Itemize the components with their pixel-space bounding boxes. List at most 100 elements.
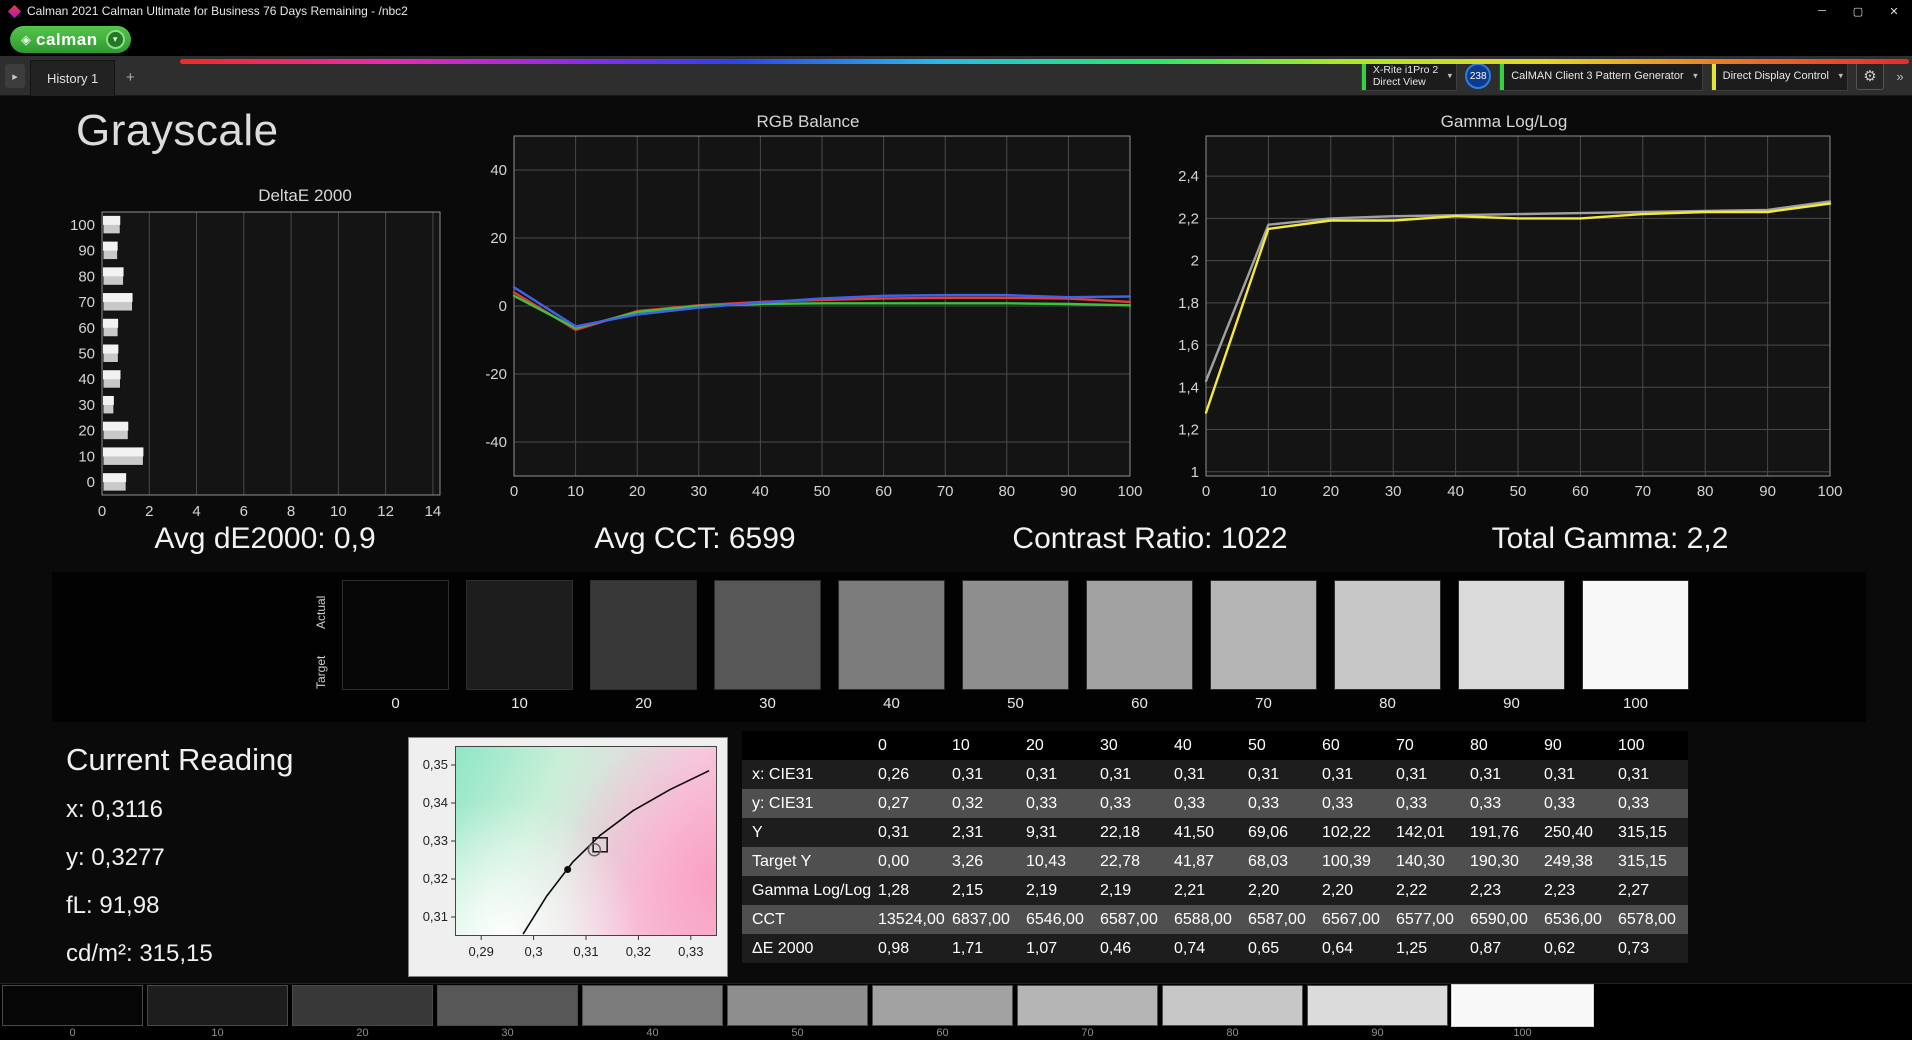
pattern-swatch-label: 50	[791, 1027, 804, 1039]
table-cell: 0,33	[1544, 794, 1576, 812]
swatch-label: 50	[1007, 695, 1024, 712]
table-cell: 6590,00	[1470, 910, 1528, 928]
table-cell: 2,27	[1618, 881, 1650, 899]
settings-button[interactable]: ⚙	[1856, 62, 1884, 90]
swatch-label: 0	[391, 695, 400, 712]
svg-text:0: 0	[98, 503, 106, 520]
tab-history-1[interactable]: History 1	[30, 60, 116, 96]
meter-status-badge[interactable]: 238	[1465, 63, 1492, 89]
table-col-header: 70	[1396, 736, 1414, 754]
table-row: y: CIE31 0,27 0,32 0,33 0,33 0,33 0,33 0,33 0,33…	[742, 789, 1688, 818]
grayscale-swatch-40: 40	[838, 580, 945, 712]
grayscale-swatch-0: 0	[342, 580, 449, 712]
svg-text:60: 60	[875, 483, 892, 500]
table-row-label: x: CIE31	[752, 765, 814, 783]
table-cell: 0,73	[1618, 939, 1650, 957]
meter-label: X-Rite i1Pro 2 Direct View	[1373, 64, 1438, 88]
table-cell: 191,76	[1470, 823, 1519, 841]
table-row: ΔE 2000 0,98 1,71 1,07 0,46 0,74 0,65 0,64 1,25 0…	[742, 934, 1688, 963]
gear-icon: ⚙	[1863, 68, 1877, 85]
table-cell: 0,87	[1470, 939, 1502, 957]
grayscale-swatch-100: 100	[1582, 580, 1689, 712]
display-control-label: Direct Display Control	[1722, 70, 1829, 82]
pattern-swatch-label: 20	[356, 1027, 369, 1039]
swatch-color	[1086, 580, 1193, 690]
pattern-swatch-40[interactable]: 40	[582, 985, 723, 1039]
table-cell: 0,31	[878, 823, 910, 841]
table-cell: 0,33	[1470, 794, 1502, 812]
table-cell: 249,38	[1544, 852, 1593, 870]
page-title: Grayscale	[76, 106, 279, 155]
grayscale-swatch-strip: Actual Target 0 10 20 30 40 50 60 70 80 90 100	[52, 572, 1866, 722]
swatch-label: 30	[759, 695, 776, 712]
swatch-color	[1458, 580, 1565, 690]
table-col-header: 90	[1544, 736, 1562, 754]
maximize-button[interactable]: ▢	[1840, 0, 1876, 22]
pattern-swatch-20[interactable]: 20	[292, 985, 433, 1039]
display-control-selector[interactable]: Direct Display Control ▾	[1710, 61, 1848, 91]
pattern-swatch-80[interactable]: 80	[1162, 985, 1303, 1039]
measurement-table: 0 10 20 30 40 50 60 70 80 90 100 x: CIE31 0,26 0,31 0,…	[742, 731, 1688, 963]
table-row: x: CIE31 0,26 0,31 0,31 0,31 0,31 0,31 0,31 0,31…	[742, 760, 1688, 789]
table-row-label: Y	[752, 823, 763, 841]
calman-menu-chevron-icon[interactable]: ▾	[105, 30, 125, 49]
svg-text:2,4: 2,4	[1178, 168, 1199, 185]
table-cell: 13524,00	[878, 910, 945, 928]
table-cell: 0,31	[1100, 765, 1132, 783]
swatch-color	[1334, 580, 1441, 690]
swatch-label: 90	[1503, 695, 1520, 712]
app-icon	[7, 4, 22, 18]
svg-text:40: 40	[78, 371, 95, 388]
gamma-chart: Gamma Log/Log 0 10 20 30 40 50 60 70 80 90 100 1 1,2…	[1166, 112, 1842, 502]
meter-selector[interactable]: X-Rite i1Pro 2 Direct View ▾	[1360, 61, 1458, 91]
swatch-label: 70	[1255, 695, 1272, 712]
table-cell: 1,25	[1396, 939, 1428, 957]
history-panel-toggle[interactable]: ▸	[5, 64, 25, 88]
pattern-swatch-0[interactable]: 0	[2, 985, 143, 1039]
pattern-swatch-90[interactable]: 90	[1307, 985, 1448, 1039]
svg-text:2,2: 2,2	[1178, 210, 1199, 227]
table-cell: 6587,00	[1248, 910, 1306, 928]
table-cell: 0,27	[878, 794, 910, 812]
svg-text:70: 70	[937, 483, 954, 500]
pattern-swatch-70[interactable]: 70	[1017, 985, 1158, 1039]
pattern-swatch-60[interactable]: 60	[872, 985, 1013, 1039]
pattern-swatch-30[interactable]: 30	[437, 985, 578, 1039]
table-cell: 1,28	[878, 881, 910, 899]
pattern-swatch-10[interactable]: 10	[147, 985, 288, 1039]
swatch-label: 100	[1622, 695, 1649, 712]
grayscale-swatches: 0 10 20 30 40 50 60 70 80 90 100	[342, 580, 1689, 712]
svg-text:-20: -20	[485, 366, 507, 383]
svg-text:6: 6	[240, 503, 248, 520]
table-cell: 41,50	[1174, 823, 1215, 841]
pattern-generator-selector[interactable]: CalMAN Client 3 Pattern Generator ▾	[1499, 61, 1703, 91]
minimize-button[interactable]: ─	[1804, 0, 1840, 22]
svg-text:70: 70	[78, 294, 95, 311]
svg-text:0,34: 0,34	[423, 795, 448, 810]
table-cell: 0,62	[1544, 939, 1576, 957]
title-bar: Calman 2021 Calman Ultimate for Business…	[0, 0, 1912, 22]
window-controls: ─ ▢ ✕	[1804, 0, 1912, 22]
table-row-label: ΔE 2000	[752, 939, 814, 957]
table-cell: 68,03	[1248, 852, 1289, 870]
svg-text:1,8: 1,8	[1178, 295, 1199, 312]
svg-text:10: 10	[330, 503, 347, 520]
close-button[interactable]: ✕	[1876, 0, 1912, 22]
table-cell: 0,74	[1174, 939, 1206, 957]
table-row: CCT 13524,00 6837,00 6546,00 6587,00 6588,00 6…	[742, 905, 1688, 934]
grayscale-swatch-20: 20	[590, 580, 697, 712]
table-cell: 140,30	[1396, 852, 1445, 870]
pattern-swatch-label: 70	[1081, 1027, 1094, 1039]
table-cell: 315,15	[1618, 823, 1667, 841]
table-col-header: 40	[1174, 736, 1192, 754]
add-tab-button[interactable]: +	[126, 69, 135, 86]
calman-diamond-icon: ◈	[21, 31, 31, 47]
current-reading-title: Current Reading	[66, 742, 294, 777]
panel-expand-button[interactable]: »	[1892, 62, 1908, 90]
table-cell: 0,31	[1618, 765, 1650, 783]
pattern-swatch-100[interactable]: 100	[1451, 984, 1594, 1039]
pattern-swatch-50[interactable]: 50	[727, 985, 868, 1039]
table-cell: 190,30	[1470, 852, 1519, 870]
calman-logo-button[interactable]: ◈ calman ▾	[10, 26, 131, 53]
rainbow-gradient-strip	[180, 59, 1909, 64]
